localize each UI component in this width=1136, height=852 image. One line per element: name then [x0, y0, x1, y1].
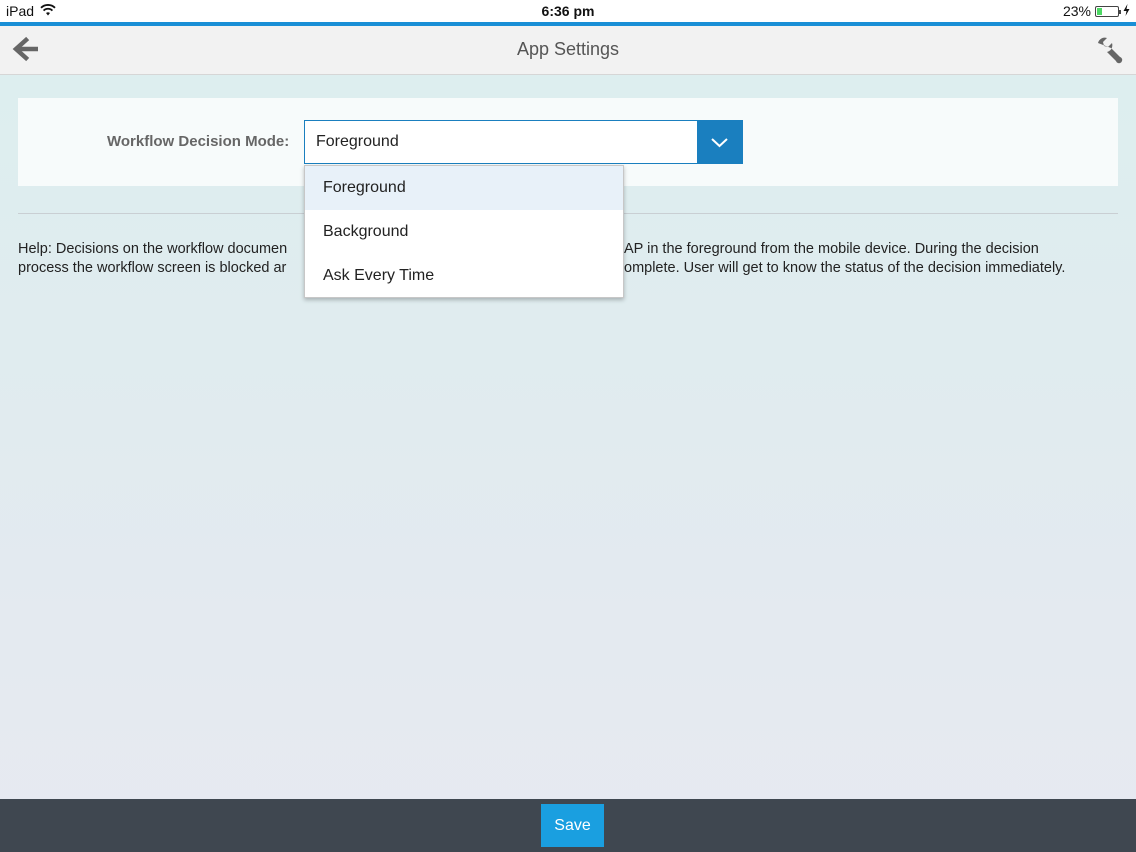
help-line-2-end: omplete. User will get to know the statu… [624, 260, 1066, 276]
help-line-1-end: AP in the foreground from the mobile dev… [624, 241, 1039, 257]
save-button[interactable]: Save [541, 804, 604, 847]
status-time: 6:36 pm [541, 3, 595, 19]
option-ask-every-time[interactable]: Ask Every Time [305, 254, 623, 298]
page-title: App Settings [516, 39, 620, 59]
option-foreground[interactable]: Foreground [305, 166, 623, 210]
workflow-mode-select[interactable]: Foreground [304, 120, 743, 164]
status-bar-right: 23% [1063, 3, 1130, 19]
option-background[interactable]: Background [305, 210, 623, 254]
footer-bar: Save [0, 799, 1136, 852]
battery-level [1097, 7, 1102, 15]
dropdown-toggle[interactable] [697, 121, 742, 163]
workflow-mode-value: Foreground [316, 133, 399, 150]
status-bar: iPad 6:36 pm 23% [0, 0, 1136, 22]
nav-bar: App Settings [0, 26, 1136, 75]
workflow-mode-label: Workflow Decision Mode: [107, 133, 290, 150]
wrench-icon [1098, 37, 1123, 64]
workflow-mode-dropdown: Foreground Background Ask Every Time [304, 165, 624, 298]
charging-bolt-icon [1123, 3, 1130, 19]
settings-button[interactable] [1094, 35, 1124, 65]
help-line-2-start: process the workflow screen is blocked a… [18, 260, 287, 276]
battery-percent: 23% [1062, 3, 1091, 19]
help-line-1-start: Help: Decisions on the workflow documen [18, 241, 288, 257]
chevron-down-icon [711, 138, 728, 148]
battery-icon [1095, 5, 1121, 17]
